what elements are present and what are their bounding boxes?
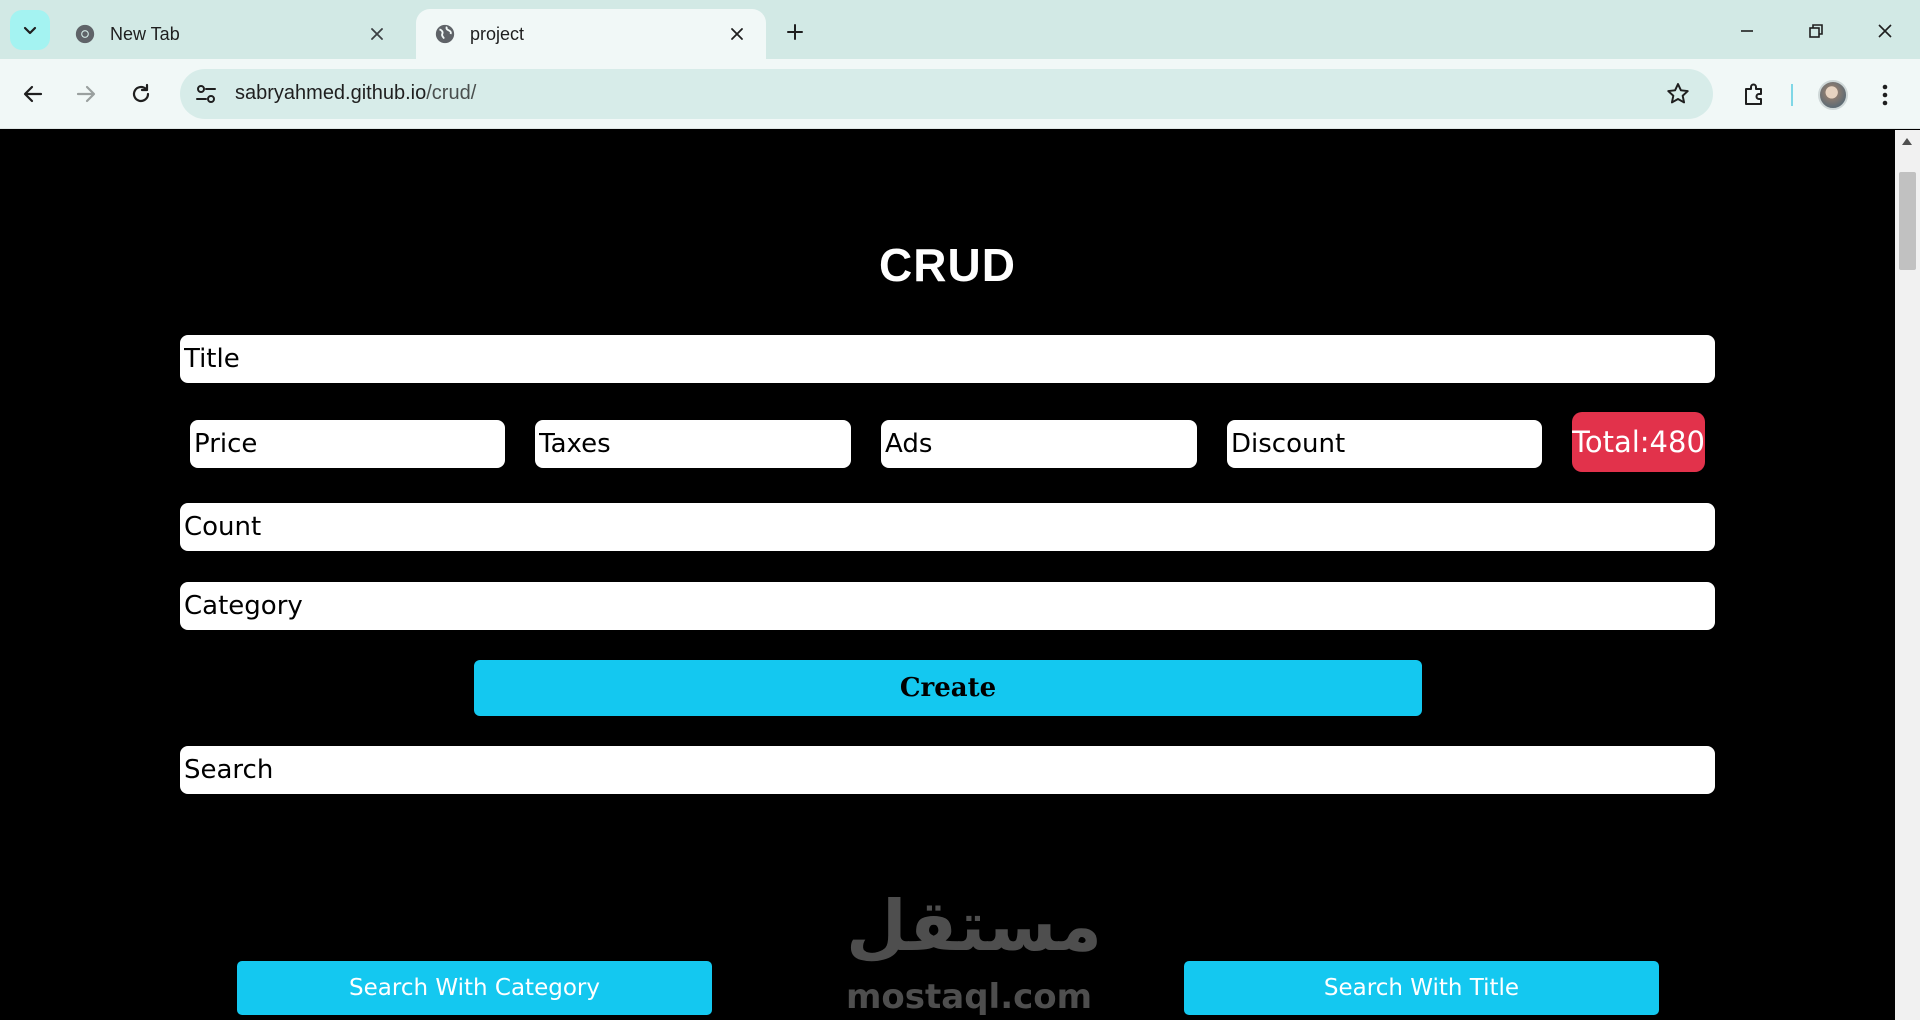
toolbar-separator xyxy=(1791,84,1793,106)
tab-strip: New Tab project xyxy=(0,0,1920,59)
url-host: sabryahmed.github.io xyxy=(235,82,427,104)
reload-icon xyxy=(132,83,150,103)
price-input[interactable] xyxy=(190,420,505,468)
plus-icon xyxy=(787,24,803,40)
ads-input[interactable] xyxy=(881,420,1197,468)
address-bar[interactable]: sabryahmed.github.io/crud/ xyxy=(180,69,1713,119)
reload-button[interactable] xyxy=(121,74,161,114)
bookmark-star-icon[interactable] xyxy=(1665,81,1691,107)
site-settings-icon[interactable] xyxy=(194,82,218,106)
close-icon[interactable] xyxy=(726,23,748,45)
forward-button[interactable] xyxy=(66,74,106,114)
create-button[interactable]: Create xyxy=(474,660,1422,716)
url-path: /crud/ xyxy=(426,82,477,104)
page-title: CRUD xyxy=(879,239,1016,291)
back-button[interactable] xyxy=(13,74,53,114)
page-viewport: CRUD Total:480 Create مستقل mostaql.com … xyxy=(0,130,1895,1020)
category-input[interactable] xyxy=(180,582,1715,630)
browser-menu-button[interactable] xyxy=(1870,80,1900,110)
minimize-button[interactable] xyxy=(1730,14,1764,48)
minimize-icon xyxy=(1741,30,1753,32)
globe-icon xyxy=(435,24,455,44)
tab-title: project xyxy=(470,23,525,44)
window-close-button[interactable] xyxy=(1868,14,1902,48)
watermark-arabic: مستقل xyxy=(846,885,1104,967)
taxes-input[interactable] xyxy=(535,420,851,468)
close-icon xyxy=(1878,24,1892,38)
mostaql-watermark: مستقل mostaql.com xyxy=(840,885,1104,1020)
arrow-right-icon xyxy=(76,85,96,103)
close-icon[interactable] xyxy=(366,23,388,45)
watermark-latin: mostaql.com xyxy=(846,977,1093,1017)
tab-new-tab[interactable]: New Tab xyxy=(56,9,406,59)
new-tab-button[interactable] xyxy=(780,17,810,47)
url-text[interactable]: sabryahmed.github.io/crud/ xyxy=(235,82,476,105)
search-input[interactable] xyxy=(180,746,1715,794)
scrollbar-thumb[interactable] xyxy=(1899,172,1916,270)
page-scrollbar[interactable] xyxy=(1895,130,1920,1020)
title-input[interactable] xyxy=(180,335,1715,383)
tab-title: New Tab xyxy=(110,23,180,44)
restore-button[interactable] xyxy=(1799,14,1833,48)
tab-search-button[interactable] xyxy=(10,10,50,50)
restore-icon xyxy=(1809,24,1823,38)
search-by-title-button[interactable]: Search With Title xyxy=(1184,961,1659,1015)
puzzle-icon xyxy=(1745,83,1762,105)
count-input[interactable] xyxy=(180,503,1715,551)
chevron-down-icon xyxy=(23,26,37,35)
total-badge: Total:480 xyxy=(1572,412,1705,472)
tab-project[interactable]: project xyxy=(416,9,766,59)
chrome-icon xyxy=(75,24,95,44)
scroll-up-arrow-icon[interactable] xyxy=(1902,138,1912,145)
extensions-button[interactable] xyxy=(1736,76,1772,112)
profile-avatar[interactable] xyxy=(1818,80,1848,110)
browser-toolbar: sabryahmed.github.io/crud/ xyxy=(0,59,1920,129)
arrow-left-icon xyxy=(23,85,43,103)
search-by-category-button[interactable]: Search With Category xyxy=(237,961,712,1015)
more-vert-icon xyxy=(1882,84,1888,106)
discount-input[interactable] xyxy=(1227,420,1542,468)
